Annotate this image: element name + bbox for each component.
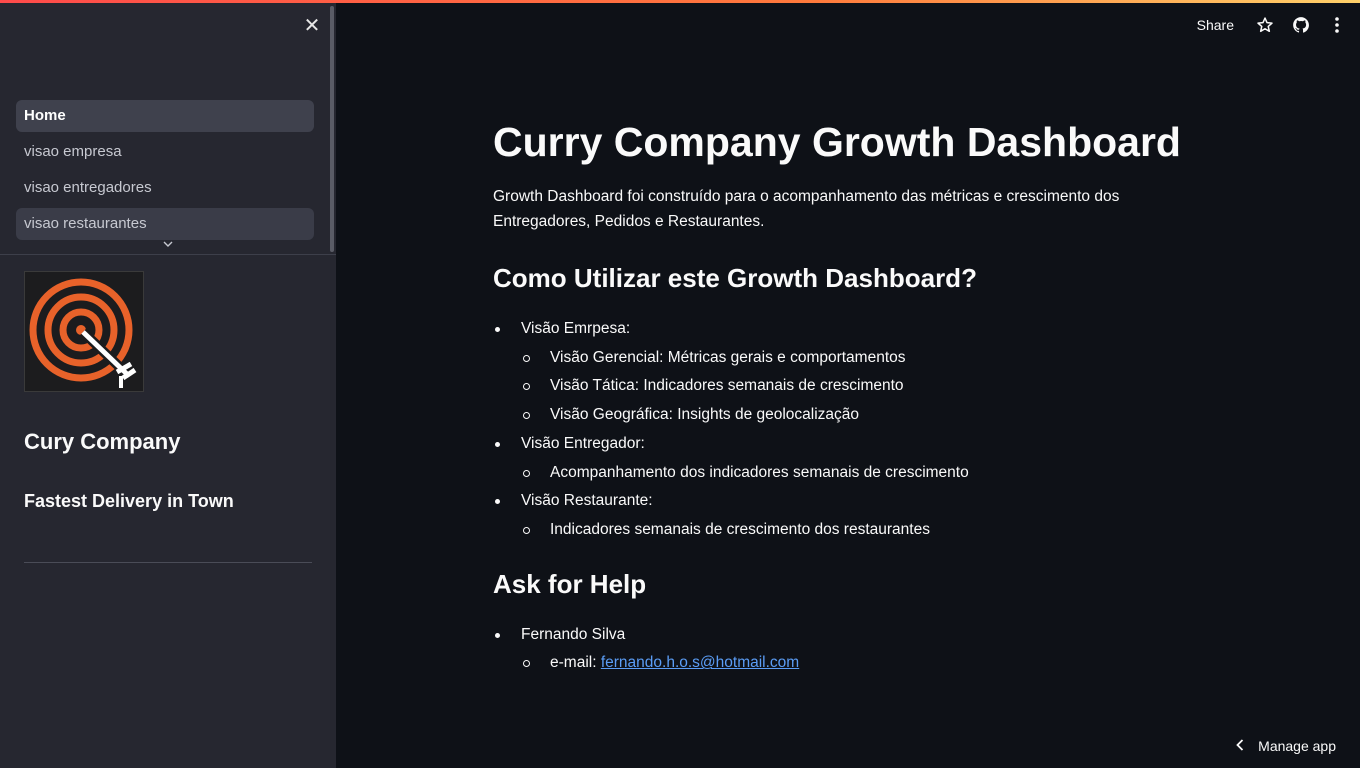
brand-title: Cury Company	[24, 429, 181, 454]
section-label: Visão Entregador:	[521, 434, 645, 452]
top-accent-bar	[0, 0, 1360, 3]
nav-divider	[0, 254, 336, 255]
manage-app-button[interactable]: Manage app	[1236, 738, 1336, 754]
company-logo	[24, 271, 144, 392]
contact-name: Fernando Silva	[521, 625, 626, 643]
usage-list: Visão Emrpesa: Visão Gerencial: Métricas…	[493, 315, 1213, 545]
list-item: Visão Entregador: Acompanhamento dos ind…	[493, 430, 1213, 487]
sidebar-scrollbar[interactable]	[330, 6, 334, 252]
sidebar: ✕ Home visao empresa visao entregadores …	[0, 0, 336, 768]
header-toolbar: Share	[1197, 14, 1346, 36]
email-prefix: e-mail:	[550, 654, 601, 672]
list-item: Visão Restaurante: Indicadores semanais …	[493, 487, 1213, 544]
github-icon[interactable]	[1292, 16, 1310, 34]
list-item: Visão Tática: Indicadores semanais de cr…	[521, 372, 1213, 401]
section-label: Visão Restaurante:	[521, 492, 653, 510]
page-title: Curry Company Growth Dashboard	[493, 119, 1181, 165]
chevron-left-icon	[1236, 738, 1244, 754]
star-icon[interactable]	[1256, 16, 1274, 34]
brand-subtitle: Fastest Delivery in Town	[24, 491, 234, 511]
manage-app-label: Manage app	[1258, 738, 1336, 754]
list-item: Visão Gerencial: Métricas gerais e compo…	[521, 344, 1213, 373]
sidebar-nav: Home visao empresa visao entregadores vi…	[16, 100, 314, 244]
email-link[interactable]: fernando.h.o.s@hotmail.com	[601, 654, 799, 671]
main-content: Curry Company Growth Dashboard Growth Da…	[493, 118, 1213, 678]
sidebar-divider	[24, 562, 312, 563]
sidebar-item-visao-restaurantes[interactable]: visao restaurantes	[16, 208, 314, 240]
section-label: Visão Emrpesa:	[521, 320, 631, 337]
target-logo-icon	[29, 278, 137, 388]
help-title: Ask for Help	[493, 568, 647, 599]
list-item: Visão Geográfica: Insights de geolocaliz…	[521, 401, 1213, 430]
intro-text: Growth Dashboard foi construído para o a…	[493, 188, 1120, 230]
sidebar-item-visao-entregadores[interactable]: visao entregadores	[16, 172, 314, 204]
close-icon[interactable]: ✕	[302, 16, 322, 36]
list-item: Acompanhamento dos indicadores semanais …	[521, 459, 1213, 488]
help-list: Fernando Silva e-mail: fernando.h.o.s@ho…	[493, 621, 1213, 678]
how-to-title: Como Utilizar este Growth Dashboard?	[493, 263, 977, 293]
sidebar-item-home[interactable]: Home	[16, 100, 314, 132]
list-item: e-mail: fernando.h.o.s@hotmail.com	[521, 649, 1213, 678]
more-icon[interactable]	[1328, 16, 1346, 34]
list-item: Visão Emrpesa: Visão Gerencial: Métricas…	[493, 315, 1213, 430]
share-button[interactable]: Share	[1197, 17, 1234, 33]
list-item: Fernando Silva e-mail: fernando.h.o.s@ho…	[493, 621, 1213, 678]
list-item: Indicadores semanais de crescimento dos …	[521, 516, 1213, 545]
sidebar-item-visao-empresa[interactable]: visao empresa	[16, 136, 314, 168]
chevron-down-icon[interactable]	[160, 240, 176, 252]
